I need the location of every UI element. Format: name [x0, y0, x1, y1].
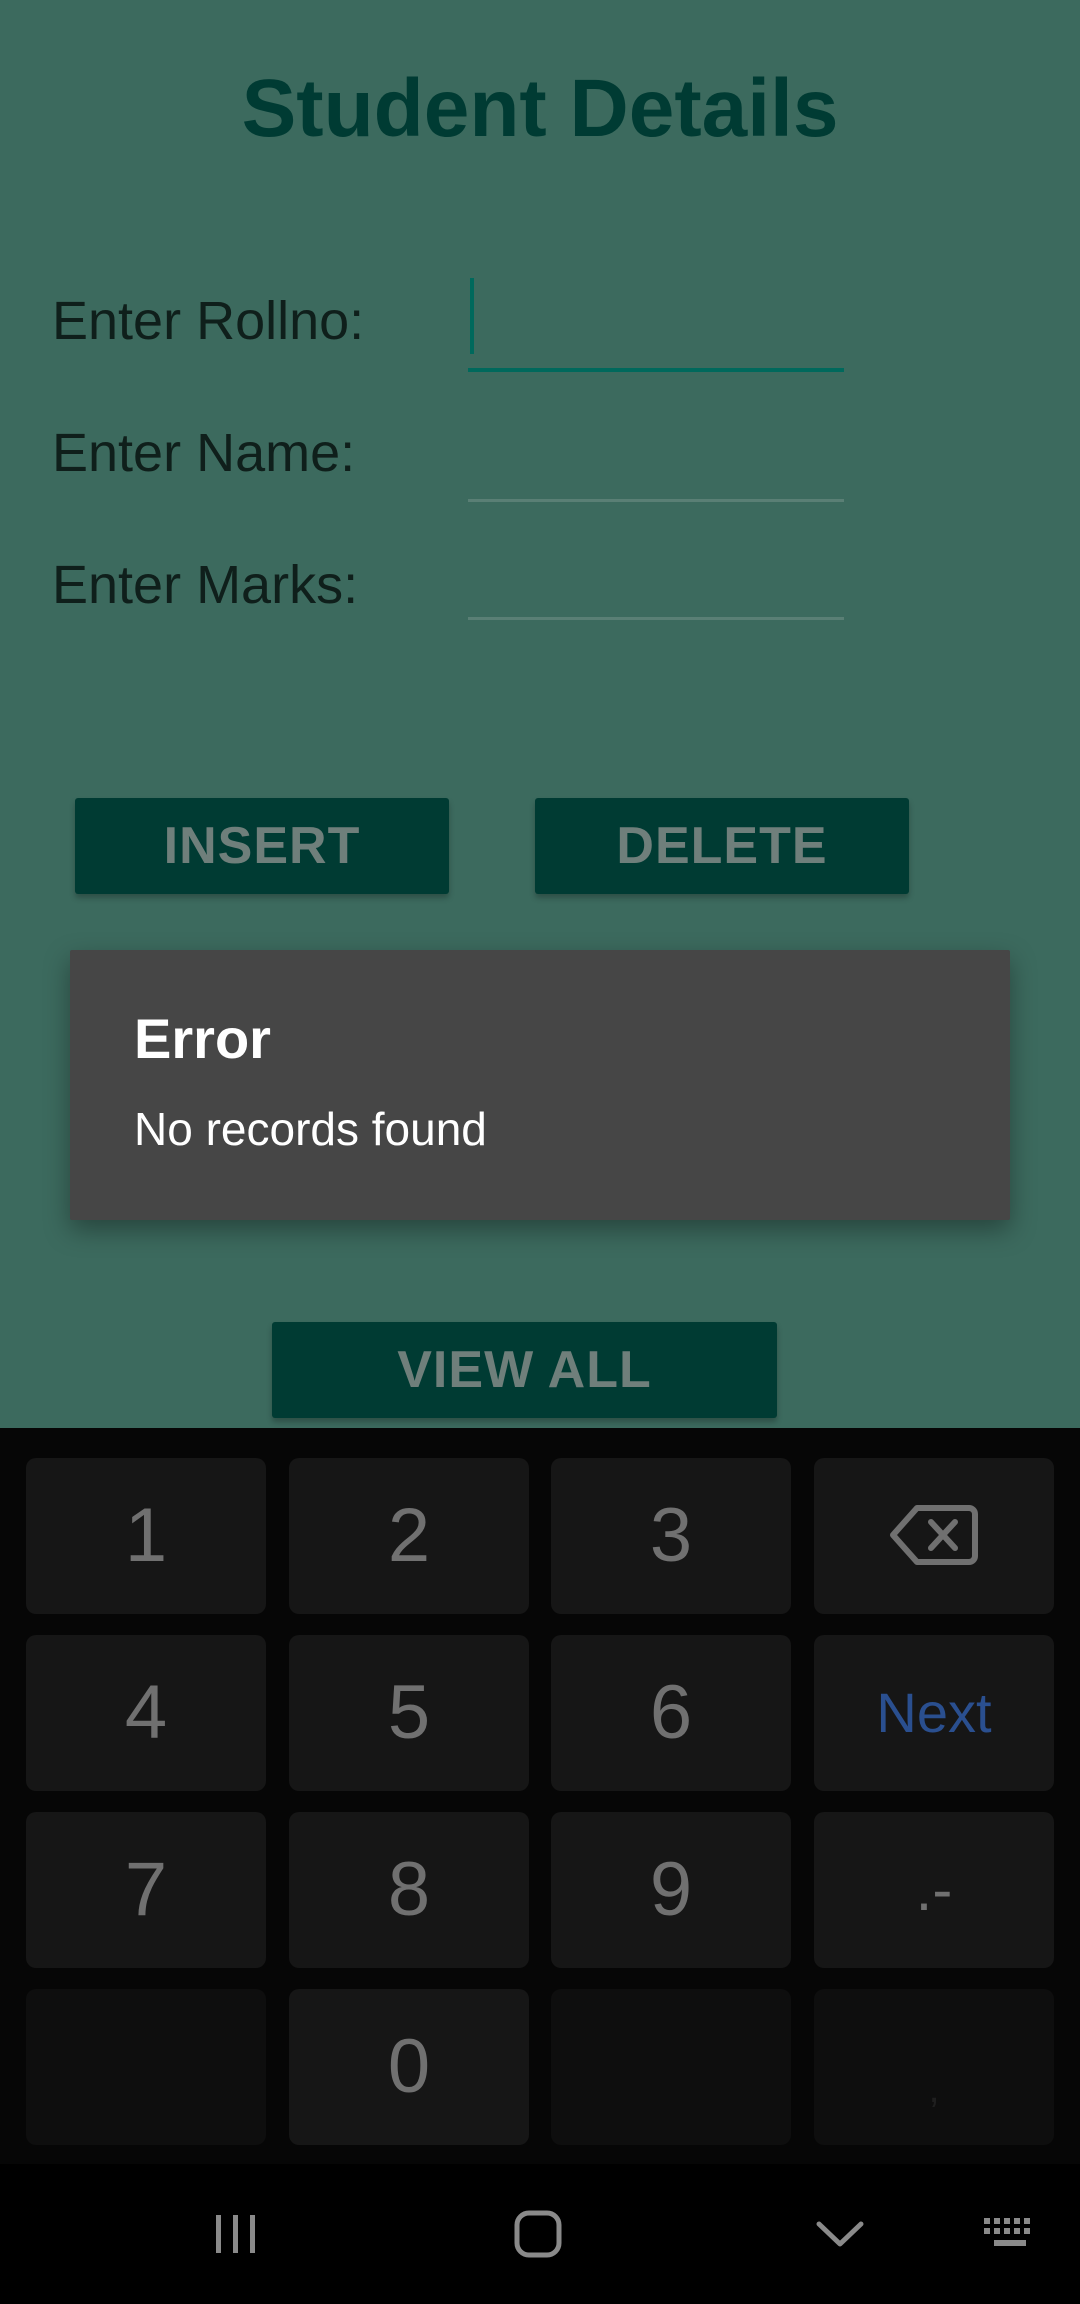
back-icon — [816, 2221, 864, 2247]
next-key[interactable]: Next — [814, 1635, 1054, 1791]
dialog-title: Error — [134, 1007, 271, 1070]
backspace-key[interactable] — [814, 1458, 1054, 1614]
delete-button[interactable]: DELETE — [535, 798, 909, 894]
recent-apps-button[interactable] — [176, 2164, 296, 2304]
backspace-icon — [890, 1505, 978, 1565]
text-cursor — [470, 278, 474, 354]
blank-key-left — [26, 1989, 266, 2145]
key-4[interactable]: 4 — [26, 1635, 266, 1791]
key-9[interactable]: 9 — [551, 1812, 791, 1968]
name-input[interactable] — [468, 410, 844, 502]
marks-input[interactable] — [468, 528, 844, 620]
home-icon — [514, 2210, 562, 2258]
error-dialog: Error No records found — [70, 950, 1010, 1220]
recent-apps-icon — [216, 2215, 255, 2253]
home-button[interactable] — [478, 2164, 598, 2304]
name-label: Enter Name: — [52, 423, 356, 483]
page-title: Student Details — [241, 63, 839, 154]
rollno-label: Enter Rollno: — [52, 291, 365, 351]
key-2[interactable]: 2 — [289, 1458, 529, 1614]
key-8[interactable]: 8 — [289, 1812, 529, 1968]
insert-button[interactable]: INSERT — [75, 798, 449, 894]
symbols-key[interactable]: .- — [814, 1812, 1054, 1968]
key-7[interactable]: 7 — [26, 1812, 266, 1968]
keyboard-icon — [984, 2218, 1030, 2246]
key-1[interactable]: 1 — [26, 1458, 266, 1614]
dialog-message: No records found — [134, 1103, 487, 1155]
keyboard-switch-button[interactable] — [960, 2164, 1060, 2304]
marks-label: Enter Marks: — [52, 555, 359, 615]
key-3[interactable]: 3 — [551, 1458, 791, 1614]
comma-key[interactable]: , — [814, 1989, 1054, 2145]
view-all-button[interactable]: VIEW ALL — [272, 1322, 777, 1418]
numeric-keyboard: 1 2 3 4 5 6 Next 7 8 9 .- 0 , — [0, 1428, 1080, 2164]
key-6[interactable]: 6 — [551, 1635, 791, 1791]
back-button[interactable] — [780, 2164, 900, 2304]
blank-key-right — [551, 1989, 791, 2145]
key-5[interactable]: 5 — [289, 1635, 529, 1791]
key-0[interactable]: 0 — [289, 1989, 529, 2145]
system-navigation-bar — [0, 2164, 1080, 2304]
rollno-input[interactable] — [468, 278, 844, 372]
